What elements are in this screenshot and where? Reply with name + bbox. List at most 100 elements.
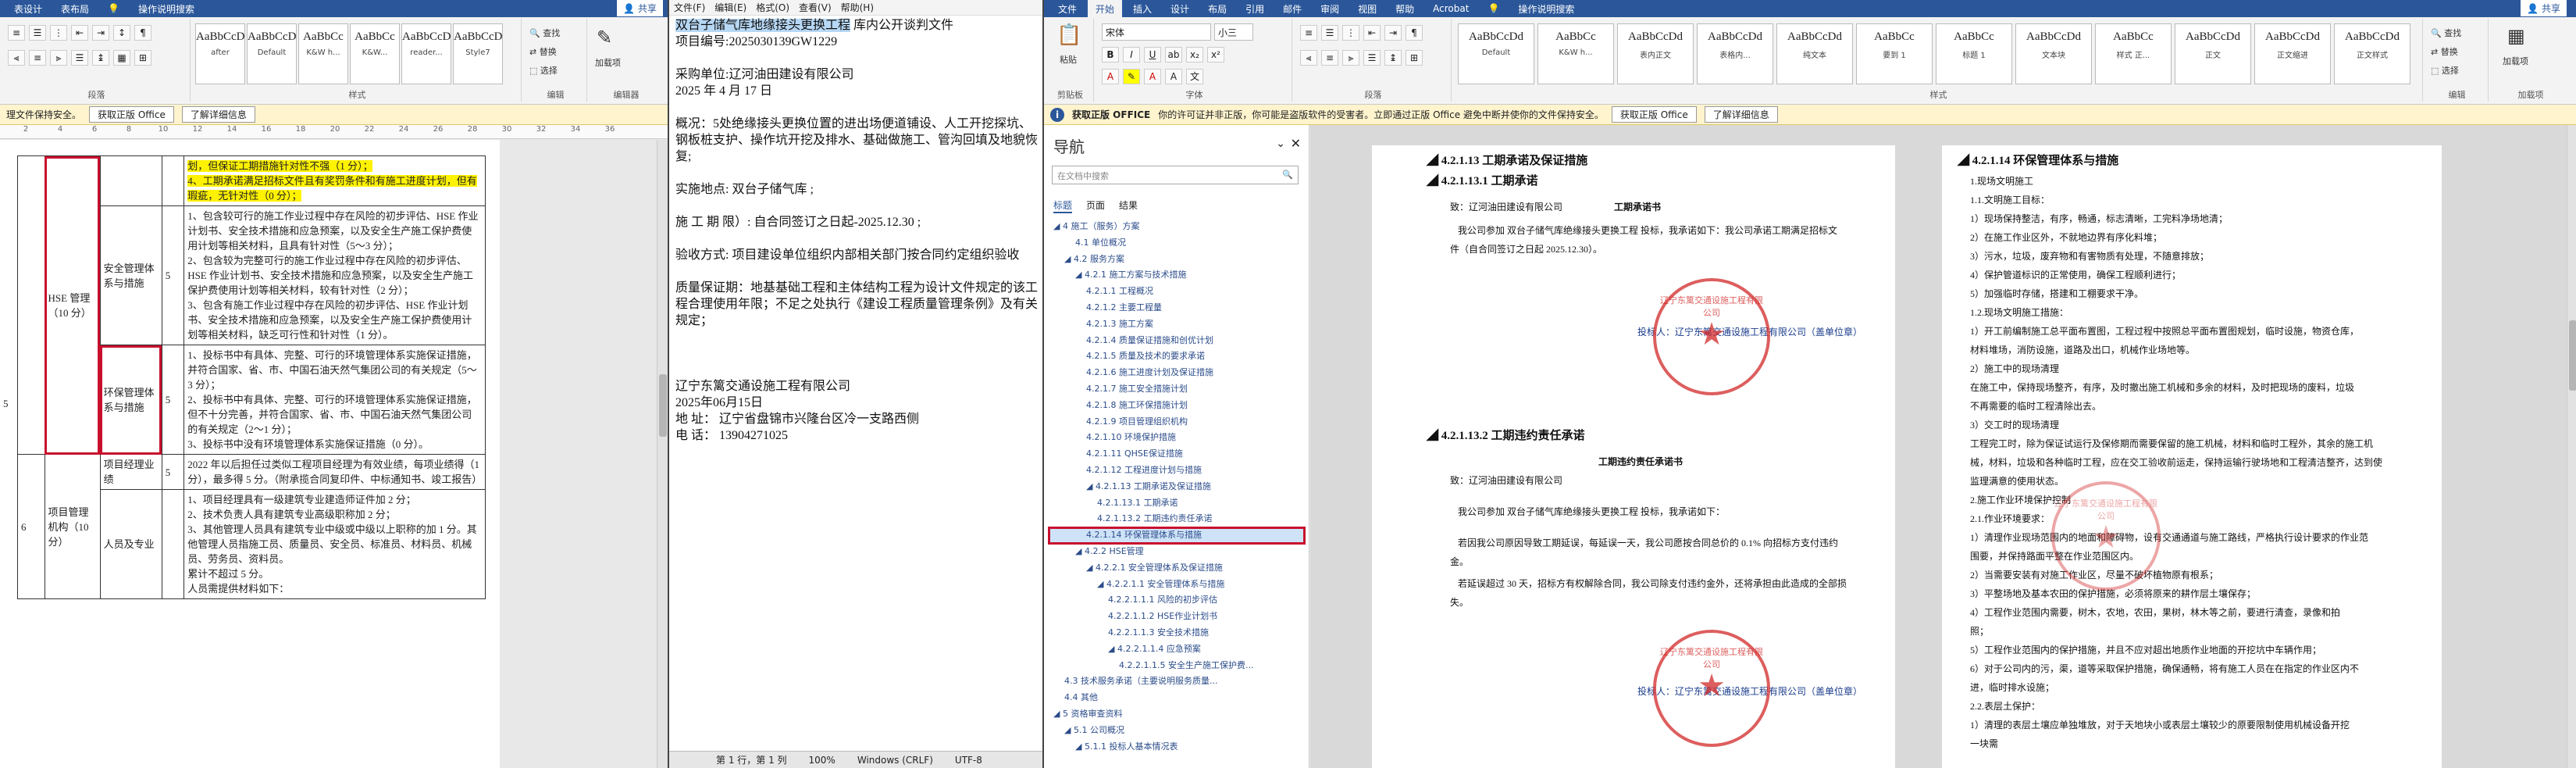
bold-icon[interactable]: B [1102,47,1119,63]
nav-heading-item[interactable]: ◢ 4.2 服务方案 [1049,252,1305,268]
justify-icon[interactable]: ☰ [71,50,88,66]
style-reader[interactable]: AaBbCcDc reader... [401,23,451,84]
nav-heading-item[interactable]: ◢ 4.2.2 HSE管理 [1049,544,1305,560]
style-9[interactable]: AaBbCcDd 正文 [2175,23,2251,84]
style-10[interactable]: AaBbCcDd 正文缩进 [2254,23,2331,84]
scroll-thumb[interactable] [659,374,667,437]
borders-icon[interactable]: ⊞ [134,50,151,66]
nav-heading-item[interactable]: 4.3 技术服务承诺（主要说明服务质量... [1049,673,1305,690]
style-3[interactable]: AaBbCcDd 表格内... [1697,23,1773,84]
paste-icon[interactable]: 📋 [1056,23,1081,47]
style-style7[interactable]: AaBbCcDc Style7 [453,23,503,84]
vertical-scrollbar[interactable] [657,140,668,768]
tell-me-search[interactable]: 操作说明搜索 [130,0,202,18]
style-8[interactable]: AaBbCc 样式 正... [2095,23,2172,84]
close-icon[interactable]: ✕ [1291,136,1301,151]
nav-heading-item[interactable]: 4.2.2.1.1.1 风险的初步评估 [1049,592,1305,609]
bullets-icon[interactable]: ≡ [8,25,25,41]
align-center-icon[interactable]: ≡ [1321,50,1338,66]
nav-heading-item[interactable]: ◢ 4.2.2.1 安全管理体系及保证措施 [1049,560,1305,577]
get-office-button[interactable]: 获取正版 Office [89,106,174,123]
style-after[interactable]: AaBbCcDc after [195,23,245,84]
share-button[interactable]: 👤 共享 [617,0,663,16]
nav-heading-item[interactable]: ◢ 4 施工（服务）方案 [1049,219,1305,235]
tab-design[interactable]: 设计 [1163,0,1197,18]
align-right-icon[interactable]: ⫸ [50,50,67,66]
style-6[interactable]: AaBbCc 标题 1 [1936,23,2012,84]
find-button[interactable]: 🔍 查找 [529,27,560,39]
tab-mailings[interactable]: 邮件 [1275,0,1309,18]
nav-heading-item[interactable]: ◢ 5 资格审查资料 [1049,706,1305,723]
text-area[interactable]: 双台子储气库地缘接头更换工程 库内公开谈判文件 项目编号:2025030139G… [675,17,1039,444]
editor-icon[interactable]: ✎ [597,27,612,48]
addins-label[interactable]: 加载项 [595,56,621,69]
decrease-indent-icon[interactable]: ⇤ [71,25,88,41]
nav-heading-item[interactable]: ◢ 4.2.1.13 工期承诺及保证措施 [1049,479,1305,495]
line-spacing-icon[interactable]: ↨ [1384,50,1402,66]
strike-icon[interactable]: ab [1165,47,1182,63]
nav-heading-item[interactable]: 4.2.1.5 质量及技术的要求承诺 [1049,348,1305,365]
tab-headings[interactable]: 标题 [1053,198,1073,213]
tab-review[interactable]: 审阅 [1313,0,1347,18]
nav-heading-item[interactable]: 4.2.1.10 环境保护措施 [1049,430,1305,446]
nav-heading-item[interactable]: 4.1 单位概况 [1049,235,1305,252]
align-left-icon[interactable]: ⫷ [8,50,25,66]
nav-heading-item[interactable]: 4.2.2.1.1.5 安全生产施工保护费... [1049,658,1305,674]
nav-heading-item[interactable]: 4.2.1.4 质量保证措施和创优计划 [1049,333,1305,349]
paste-label[interactable]: 粘贴 [1060,53,1077,66]
font-name-box[interactable]: 宋体 [1102,23,1211,41]
style-0[interactable]: AaBbCcDd Default [1458,23,1534,84]
menu-file[interactable]: 文件(F) [674,1,705,14]
decrease-indent-icon[interactable]: ⇤ [1363,25,1381,41]
italic-icon[interactable]: I [1123,47,1140,63]
scroll-thumb[interactable] [2569,320,2576,391]
tab-help[interactable]: 帮助 [1388,0,1422,18]
style-default[interactable]: AaBbCcDc Default [247,23,297,84]
nav-heading-item[interactable]: 4.2.1.12 工程进度计划与措施 [1049,463,1305,479]
multilevel-icon[interactable]: ⋮ [1342,25,1359,41]
tab-insert[interactable]: 插入 [1125,0,1160,18]
numbering-icon[interactable]: ☰ [1321,25,1338,41]
underline-icon[interactable]: U [1144,47,1161,63]
nav-heading-item[interactable]: 4.2.1.7 施工安全措施计划 [1049,381,1305,398]
style-11[interactable]: AaBbCcDd 正文样式 [2334,23,2410,84]
addins-icon[interactable]: ▦ [2507,25,2525,47]
sort-icon[interactable]: ↕ [113,25,130,41]
select-button[interactable]: ⬚ 选择 [529,64,558,77]
tab-file[interactable]: 文件 [1050,0,1085,18]
justify-icon[interactable]: ☰ [1363,50,1381,66]
menu-edit[interactable]: 编辑(E) [714,1,746,14]
style-7[interactable]: AaBbCcDd 文本块 [2015,23,2092,84]
align-right-icon[interactable]: ⫸ [1342,50,1359,66]
nav-heading-item[interactable]: 4.2.1.3 施工方案 [1049,316,1305,333]
nav-heading-item[interactable]: 4.2.1.6 施工进度计划及保证措施 [1049,365,1305,381]
align-left-icon[interactable]: ⫷ [1300,50,1317,66]
search-icon[interactable]: 🔍 [1282,170,1293,180]
nav-heading-item[interactable]: 4.2.2.1.1.2 HSE作业计划书 [1049,609,1305,625]
bullets-icon[interactable]: ≡ [1300,25,1317,41]
line-spacing-icon[interactable]: ↨ [92,50,109,66]
style-kw-h[interactable]: AaBbCc K&W h... [298,23,348,84]
style-2[interactable]: AaBbCcDd 表内正文 [1617,23,1694,84]
nav-heading-item[interactable]: 4.2.1.13.2 工期违约责任承诺 [1049,511,1305,527]
nav-heading-item[interactable]: 4.2.1.13.1 工期承诺 [1049,495,1305,512]
tab-layout[interactable]: 布局 [1200,0,1235,18]
select-button[interactable]: ⬚ 选择 [2431,64,2459,77]
menu-view[interactable]: 查看(V) [799,1,832,14]
tell-me-search[interactable]: 操作说明搜索 [1510,0,1582,18]
learn-more-button[interactable]: 了解详细信息 [181,106,255,123]
get-office-button[interactable]: 获取正版 Office [1611,106,1697,123]
nav-heading-item[interactable]: 4.2.1.11 QHSE保证措施 [1049,446,1305,463]
menu-format[interactable]: 格式(O) [756,1,789,14]
nav-heading-item[interactable]: 4.2.1.8 施工环保措施计划 [1049,398,1305,414]
replace-button[interactable]: ⇄ 替换 [2431,45,2458,58]
tab-results[interactable]: 结果 [1119,198,1138,213]
tab-table-design[interactable]: 表设计 [6,0,50,18]
text-effect-icon[interactable]: A [1102,69,1119,84]
nav-heading-item[interactable]: 4.2.1.14 环保管理体系与措施 [1048,527,1306,545]
align-center-icon[interactable]: ≡ [29,50,46,66]
tab-acrobat[interactable]: Acrobat [1425,1,1477,16]
nav-heading-item[interactable]: ◢ 4.2.2.1.1 安全管理体系与措施 [1049,577,1305,593]
shading-icon[interactable]: ▦ [113,50,130,66]
nav-heading-item[interactable]: 4.4 其他 [1049,690,1305,706]
